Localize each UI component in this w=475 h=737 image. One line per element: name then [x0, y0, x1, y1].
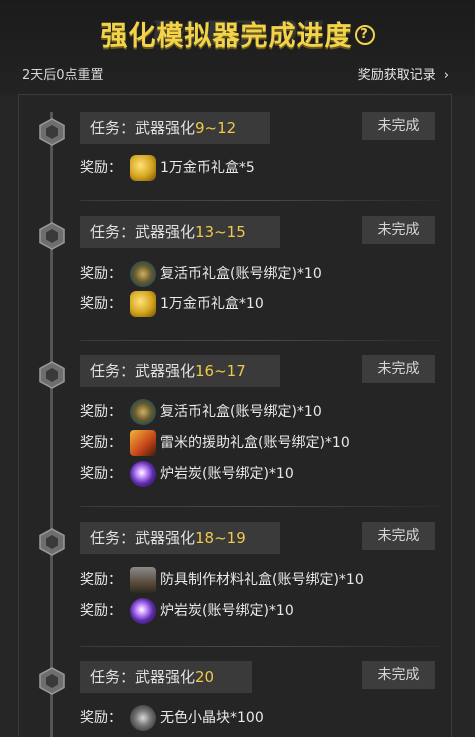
- reward-row: 奖励： 防具制作材料礼盒(账号绑定)*10: [80, 566, 364, 594]
- task-title: 任务：武器强化16~17: [80, 355, 280, 387]
- task-title: 任务：武器强化20: [80, 661, 252, 693]
- section-divider: [80, 340, 440, 341]
- chevron-right-icon: ›: [443, 68, 449, 83]
- reward-text: 防具制作材料礼盒(账号绑定)*10: [160, 572, 364, 588]
- lava-charcoal-icon[interactable]: [130, 598, 156, 624]
- timeline-node-icon: [39, 118, 65, 146]
- gold-coin-icon[interactable]: [130, 291, 156, 317]
- timeline-node-icon: [39, 361, 65, 389]
- task-prefix: 任务：武器强化: [90, 668, 196, 686]
- reward-row: 奖励： 1万金币礼盒*10: [80, 290, 264, 318]
- task-prefix: 任务：武器强化: [90, 529, 196, 547]
- reward-history-label: 奖励获取记录: [357, 68, 436, 83]
- task-range: 13~15: [195, 223, 246, 241]
- page-title-text: 强化模拟器完成进度: [100, 21, 353, 52]
- timeline-line: [50, 112, 53, 737]
- colorless-crystal-icon[interactable]: [130, 705, 156, 731]
- reset-timer-text: 2天后0点重置: [22, 68, 104, 83]
- reward-text: 雷米的援助礼盒(账号绑定)*10: [160, 435, 350, 451]
- task-range: 9~12: [195, 119, 237, 137]
- section-divider: [80, 646, 440, 647]
- task-status-badge: 未完成: [362, 112, 435, 140]
- reward-row: 奖励： 炉岩炭(账号绑定)*10: [80, 597, 294, 625]
- task-status-badge: 未完成: [362, 355, 435, 383]
- revive-coin-icon[interactable]: [130, 261, 156, 287]
- reward-label: 奖励：: [80, 435, 122, 451]
- reward-row: 奖励： 雷米的援助礼盒(账号绑定)*10: [80, 429, 350, 457]
- page-title: 强化模拟器完成进度?: [0, 14, 475, 53]
- reward-text: 1万金币礼盒*5: [160, 160, 255, 176]
- section-divider: [80, 506, 440, 507]
- reward-label: 奖励：: [80, 160, 122, 176]
- reward-label: 奖励：: [80, 404, 122, 420]
- reward-row: 奖励： 无色小晶块*100: [80, 704, 264, 732]
- reward-row: 奖励： 复活币礼盒(账号绑定)*10: [80, 398, 322, 426]
- revive-coin-icon[interactable]: [130, 399, 156, 425]
- section-divider: [80, 200, 440, 201]
- reward-text: 无色小晶块*100: [160, 710, 264, 726]
- timeline-node-icon: [39, 667, 65, 695]
- reward-label: 奖励：: [80, 296, 122, 312]
- reward-label: 奖励：: [80, 572, 122, 588]
- reward-text: 复活币礼盒(账号绑定)*10: [160, 404, 322, 420]
- reward-label: 奖励：: [80, 710, 122, 726]
- reward-text: 1万金币礼盒*10: [160, 296, 264, 312]
- reward-label: 奖励：: [80, 466, 122, 482]
- task-range: 16~17: [195, 362, 246, 380]
- reward-row: 奖励： 复活币礼盒(账号绑定)*10: [80, 260, 322, 288]
- reward-text: 复活币礼盒(账号绑定)*10: [160, 266, 322, 282]
- task-prefix: 任务：武器强化: [90, 119, 196, 137]
- task-status-badge: 未完成: [362, 522, 435, 550]
- reward-row: 奖励： 1万金币礼盒*5: [80, 154, 255, 182]
- task-status-badge: 未完成: [362, 661, 435, 689]
- task-range: 18~19: [195, 529, 246, 547]
- rami-gift-icon[interactable]: [130, 430, 156, 456]
- task-prefix: 任务：武器强化: [90, 223, 196, 241]
- task-title: 任务：武器强化13~15: [80, 216, 280, 248]
- reward-label: 奖励：: [80, 266, 122, 282]
- reward-label: 奖励：: [80, 603, 122, 619]
- header: PART 07 强化模拟器完成进度? 2天后0点重置 奖励获取记录 ›: [0, 0, 475, 95]
- gold-coin-icon[interactable]: [130, 155, 156, 181]
- help-icon[interactable]: ?: [354, 24, 375, 45]
- timeline-node-icon: [39, 222, 65, 250]
- task-title: 任务：武器强化18~19: [80, 522, 280, 554]
- armor-material-box-icon[interactable]: [130, 567, 156, 593]
- task-prefix: 任务：武器强化: [90, 362, 196, 380]
- task-title: 任务：武器强化9~12: [80, 112, 270, 144]
- lava-charcoal-icon[interactable]: [130, 461, 156, 487]
- reward-text: 炉岩炭(账号绑定)*10: [160, 603, 294, 619]
- reward-history-link[interactable]: 奖励获取记录 ›: [358, 64, 449, 83]
- task-status-badge: 未完成: [362, 216, 435, 244]
- task-range: 20: [195, 668, 215, 686]
- timeline-node-icon: [39, 528, 65, 556]
- reward-row: 奖励： 炉岩炭(账号绑定)*10: [80, 460, 294, 488]
- reward-text: 炉岩炭(账号绑定)*10: [160, 466, 294, 482]
